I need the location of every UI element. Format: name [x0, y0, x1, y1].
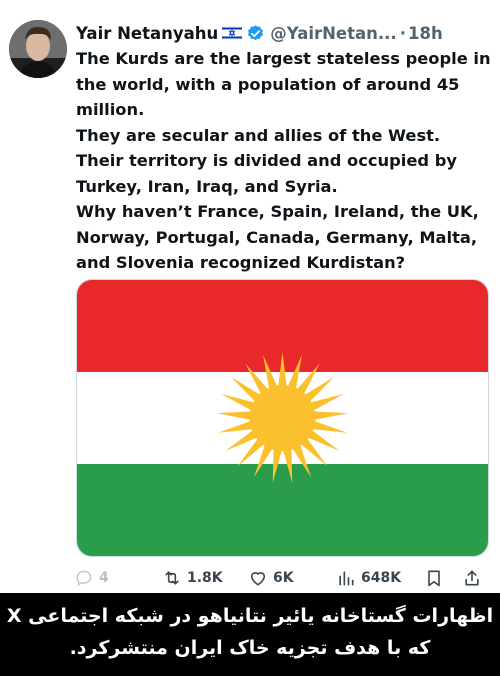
author-avatar[interactable]	[9, 20, 67, 78]
tweet-timestamp[interactable]: 18h	[408, 24, 443, 43]
views-count: 648K	[361, 570, 402, 586]
repost-count: 1.8K	[187, 570, 223, 586]
tweet-card[interactable]: Yair Netanyahu @YairNetan... · 18h The K…	[0, 0, 500, 593]
avatar-photo	[9, 20, 67, 78]
author-name[interactable]: Yair Netanyahu	[76, 24, 218, 43]
repost-icon	[165, 571, 179, 585]
repost-button[interactable]: 1.8K	[162, 566, 223, 590]
tweet-actions: 4 1.8K 6K 648K	[74, 566, 494, 590]
kurdistan-flag-image	[77, 280, 488, 556]
tweet-paragraph: Their territory is divided and occupied …	[76, 151, 457, 196]
heart-icon	[250, 572, 266, 586]
like-button[interactable]: 6K	[248, 566, 294, 590]
tweet-media[interactable]	[76, 279, 489, 557]
tweet-paragraph: The Kurds are the largest stateless peop…	[76, 49, 491, 119]
news-caption: اظهارات گستاخانه یائیر نتانیاهو در شبکه …	[0, 593, 500, 676]
bookmark-icon	[428, 570, 440, 587]
verified-badge-icon	[248, 24, 264, 40]
caption-line: اظهارات گستاخانه یائیر نتانیاهو در شبکه …	[6, 605, 494, 627]
views-button[interactable]: 648K	[336, 566, 401, 590]
tweet-paragraph: They are secular and allies of the West.	[76, 125, 441, 145]
share-button[interactable]	[462, 566, 482, 590]
views-chart-icon	[339, 571, 354, 586]
share-icon	[465, 570, 479, 586]
flag-green-stripe	[77, 464, 488, 556]
bookmark-button[interactable]	[424, 566, 444, 590]
tweet-paragraph: Why haven’t France, Spain, Ireland, the …	[76, 202, 479, 272]
caption-line: که با هدف تجزیه خاک ایران منتشرکرد.	[69, 637, 431, 659]
reply-button[interactable]: 4	[74, 566, 109, 590]
tweet-text: The Kurds are the largest stateless peop…	[76, 46, 496, 276]
author-handle[interactable]: @YairNetan...	[270, 24, 396, 43]
reply-icon	[76, 570, 92, 586]
tweet-header: Yair Netanyahu @YairNetan... · 18h	[76, 20, 443, 46]
reply-count: 4	[99, 570, 109, 586]
like-count: 6K	[273, 570, 294, 586]
sun-disc	[249, 385, 316, 451]
israel-flag-icon	[222, 26, 243, 40]
separator-dot: ·	[399, 23, 406, 43]
